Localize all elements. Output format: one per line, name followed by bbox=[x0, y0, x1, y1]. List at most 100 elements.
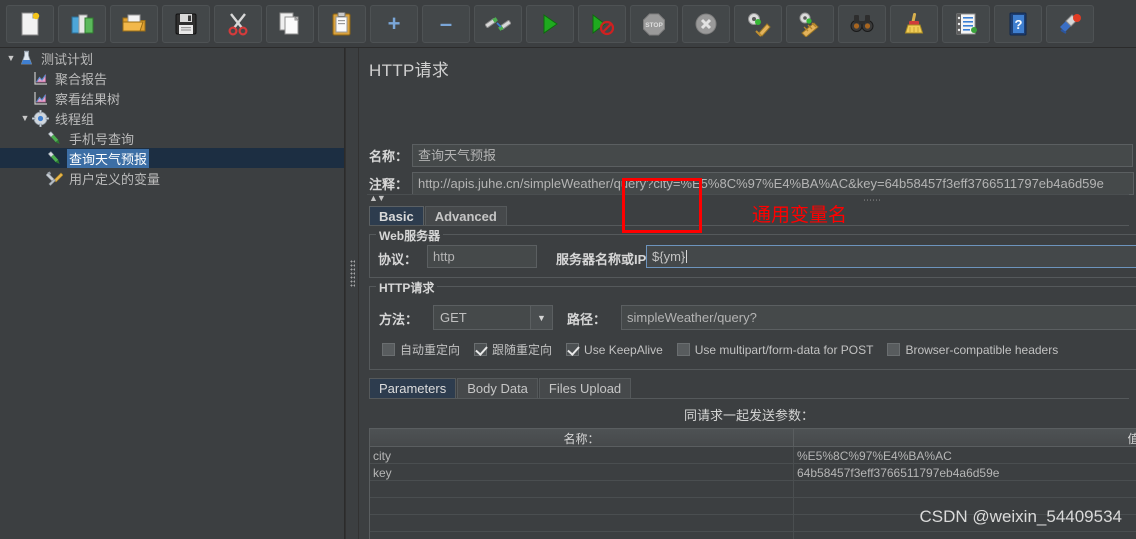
comment-field-row: 注释： http://apis.juhe.cn/simpleWeather/qu… bbox=[369, 171, 1135, 195]
checkbox-box-icon[interactable] bbox=[382, 343, 395, 356]
tree-item-label: 线程组 bbox=[55, 111, 95, 127]
cell-value[interactable]: 64b58457f3eff3766511797eb4a6d59e bbox=[794, 464, 1136, 481]
templates-button[interactable] bbox=[58, 4, 106, 43]
request-options-checkbox-row: 自动重定向 跟随重定向 Use KeepAlive Use multipart/for… bbox=[382, 341, 1072, 358]
use-keepalive-checkbox[interactable]: Use KeepAlive bbox=[566, 343, 663, 357]
open-button[interactable] bbox=[110, 4, 158, 43]
basic-advanced-tabs[interactable]: Basic Advanced bbox=[369, 205, 508, 226]
tree-item-1[interactable]: 聚合报告 bbox=[0, 68, 344, 88]
stop-button[interactable]: STOP bbox=[630, 4, 678, 43]
tree-item-2[interactable]: 察看结果树 bbox=[0, 88, 344, 108]
tree-item-label: 手机号查询 bbox=[69, 131, 135, 147]
checkbox-box-icon[interactable] bbox=[566, 343, 580, 356]
name-field-row: 名称： 查询天气预报 bbox=[369, 143, 1134, 167]
function-helper-button[interactable] bbox=[942, 4, 990, 43]
cell-value[interactable]: %E5%8C%97%E4%BA%AC bbox=[794, 447, 1136, 464]
checkbox-label: 跟随重定向 bbox=[492, 343, 553, 357]
server-name-label: 服务器名称或IP： bbox=[556, 252, 660, 267]
cell-name[interactable] bbox=[370, 481, 794, 498]
follow-redirects-checkbox[interactable]: 跟随重定向 bbox=[474, 341, 552, 358]
subtab-body-data[interactable]: Body Data bbox=[457, 378, 538, 399]
panel-splitter[interactable] bbox=[345, 48, 359, 539]
table-row[interactable] bbox=[370, 532, 1136, 539]
column-header-value[interactable]: 值 bbox=[794, 429, 1136, 447]
start-no-pauses-button[interactable] bbox=[578, 4, 626, 43]
path-input[interactable]: simpleWeather/query? bbox=[621, 305, 1136, 330]
expand-arrow-icon[interactable]: ▼ bbox=[18, 113, 32, 123]
chevron-down-icon[interactable]: ▼ bbox=[530, 306, 552, 329]
subtab-files-upload[interactable]: Files Upload bbox=[538, 378, 632, 399]
undo-button[interactable] bbox=[1046, 4, 1094, 43]
cell-name[interactable]: key bbox=[370, 464, 794, 481]
path-label: 路径： bbox=[567, 312, 607, 327]
collapse-divider[interactable]: ▲▼ ⋯⋯ bbox=[367, 193, 1129, 205]
expand-arrow-icon[interactable]: ▼ bbox=[4, 53, 18, 63]
cell-name[interactable]: city bbox=[370, 447, 794, 464]
tree-item-6[interactable]: 用户定义的变量 bbox=[0, 168, 344, 188]
comment-label: 注释： bbox=[369, 176, 409, 192]
checkbox-box-icon[interactable] bbox=[887, 343, 901, 356]
collapse-all-button[interactable]: – bbox=[422, 4, 470, 43]
search-button[interactable] bbox=[838, 4, 886, 43]
auto-redirect-checkbox[interactable]: 自动重定向 bbox=[382, 341, 460, 358]
clear-button[interactable] bbox=[734, 4, 782, 43]
notepad-list-icon bbox=[956, 13, 977, 34]
parameters-body-files-tabs[interactable]: Parameters Body Data Files Upload bbox=[369, 377, 632, 399]
start-button[interactable] bbox=[526, 4, 574, 43]
toggle-arrows-icon bbox=[485, 16, 511, 31]
shutdown-button[interactable] bbox=[682, 4, 730, 43]
checkbox-box-icon[interactable] bbox=[676, 343, 690, 356]
tree-item-0[interactable]: ▼ 测试计划 bbox=[0, 48, 344, 68]
use-multipart-checkbox[interactable]: Use multipart/form-data for POST bbox=[676, 343, 873, 357]
collapse-arrows-icon[interactable]: ▲▼ bbox=[369, 193, 386, 203]
cell-name[interactable] bbox=[370, 498, 794, 515]
protocol-input[interactable]: http bbox=[427, 245, 537, 268]
tree-item-label: 聚合报告 bbox=[55, 71, 108, 87]
comment-input[interactable]: http://apis.juhe.cn/simpleWeather/query?… bbox=[412, 171, 1135, 195]
clear-all-broom-icon bbox=[799, 12, 819, 37]
checkbox-label: 自动重定向 bbox=[400, 343, 461, 357]
checkbox-label: Browser-compatible headers bbox=[905, 342, 1059, 357]
method-label: 方法： bbox=[379, 312, 419, 327]
cell-value[interactable] bbox=[794, 532, 1136, 539]
server-name-input[interactable]: ${ym} bbox=[646, 245, 1136, 268]
tree-item-5[interactable]: 查询天气预报 bbox=[0, 148, 344, 168]
tree-item-label: 查询天气预报 bbox=[67, 148, 150, 168]
cell-name[interactable] bbox=[370, 515, 794, 532]
table-row[interactable] bbox=[370, 481, 1136, 498]
paste-button[interactable] bbox=[318, 4, 366, 43]
cell-name[interactable] bbox=[370, 532, 794, 539]
expand-all-button[interactable]: + bbox=[370, 4, 418, 43]
tab-basic[interactable]: Basic bbox=[369, 206, 424, 226]
web-server-group-title: Web服务器 bbox=[376, 227, 444, 244]
browser-compatible-headers-checkbox[interactable]: Browser-compatible headers bbox=[887, 343, 1058, 357]
copy-button[interactable] bbox=[266, 4, 314, 43]
test-plan-icon bbox=[18, 50, 35, 67]
new-test-plan-button[interactable] bbox=[6, 4, 54, 43]
tree-item-3[interactable]: ▼ 线程组 bbox=[0, 108, 344, 128]
main-toolbar: + – STOP ? bbox=[0, 0, 1136, 48]
reset-search-button[interactable] bbox=[890, 4, 938, 43]
green-play-icon bbox=[543, 13, 558, 34]
watermark-text: CSDN @weixin_54409534 bbox=[919, 507, 1122, 526]
name-input[interactable]: 查询天气预报 bbox=[412, 143, 1134, 167]
text-caret-icon bbox=[686, 250, 688, 263]
blue-book-question-icon: ? bbox=[1009, 12, 1027, 35]
column-header-name[interactable]: 名称： bbox=[370, 429, 794, 447]
table-row[interactable]: city %E5%8C%97%E4%BA%AC bbox=[370, 447, 1136, 464]
cell-value[interactable] bbox=[794, 481, 1136, 498]
save-button[interactable] bbox=[162, 4, 210, 43]
help-button[interactable]: ? bbox=[994, 4, 1042, 43]
checkbox-box-icon[interactable] bbox=[474, 343, 488, 356]
test-plan-tree[interactable]: ▼ 测试计划聚合报告 察看结果树 ▼ 线程组手机号查询 查询天气预报 用户定义的变量 bbox=[0, 48, 345, 539]
cut-button[interactable] bbox=[214, 4, 262, 43]
plus-icon: + bbox=[387, 10, 401, 36]
subtab-parameters[interactable]: Parameters bbox=[369, 378, 457, 399]
method-dropdown[interactable]: GET ▼ bbox=[433, 305, 553, 330]
tree-item-4[interactable]: 手机号查询 bbox=[0, 128, 344, 148]
table-row[interactable]: key 64b58457f3eff3766511797eb4a6d59e bbox=[370, 464, 1136, 481]
tab-advanced[interactable]: Advanced bbox=[424, 206, 507, 226]
clear-all-button[interactable] bbox=[786, 4, 834, 43]
toggle-button[interactable] bbox=[474, 4, 522, 43]
thread-group-icon bbox=[31, 109, 50, 127]
